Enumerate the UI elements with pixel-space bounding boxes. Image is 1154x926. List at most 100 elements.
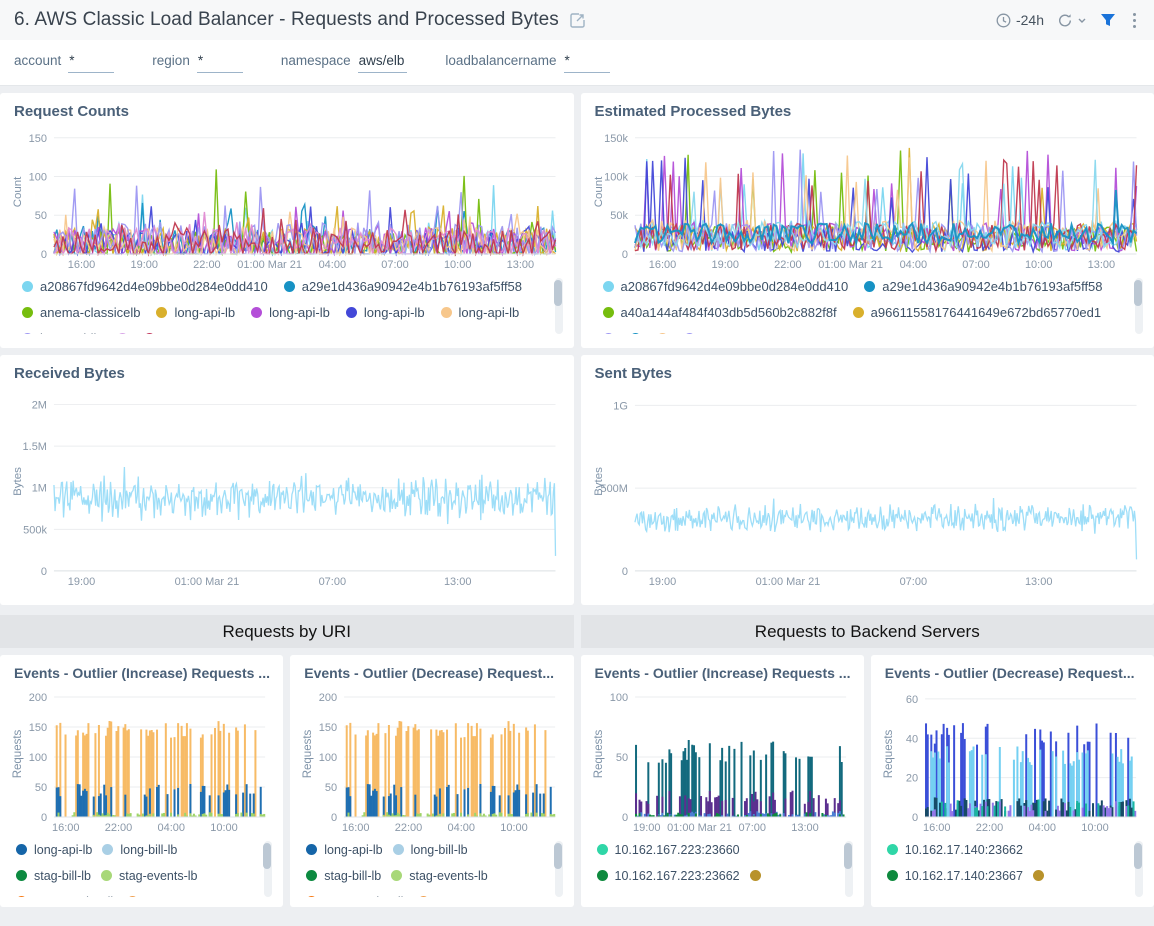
svg-text:Bytes: Bytes (12, 467, 24, 496)
svg-text:19:00: 19:00 (648, 576, 676, 588)
outlier-decrease-backend-chart[interactable]: 020406016:0022:0004:0010:00Requests (881, 683, 1144, 835)
filter-loadbalancername-input[interactable]: * (564, 53, 610, 73)
series-color-dot (306, 844, 317, 855)
filter-namespace: namespace aws/elb (281, 53, 408, 73)
legend-item[interactable] (657, 330, 668, 334)
series-color-dot (603, 281, 614, 292)
svg-text:0: 0 (621, 249, 627, 261)
legend-item[interactable]: a29e1d436a90942e4b1b76193af5ff58 (284, 278, 522, 295)
legend-scrollbar[interactable] (845, 841, 853, 897)
svg-text:Bytes: Bytes (592, 467, 604, 496)
legend-scrollbar[interactable] (1135, 841, 1143, 897)
filter-account-input[interactable]: * (68, 53, 114, 73)
legend-item[interactable]: long-api-lb (156, 304, 235, 321)
legend-item[interactable] (127, 893, 138, 897)
svg-text:16:00: 16:00 (68, 259, 96, 271)
svg-text:200: 200 (29, 692, 47, 704)
legend: 10.162.17.140:23662 10.162.17.140:23667 (881, 841, 1144, 897)
legend-item[interactable]: long-api-lb (441, 304, 520, 321)
legend-scrollbar[interactable] (1135, 278, 1143, 334)
legend-item[interactable]: stag-bill-lb (306, 867, 381, 884)
svg-text:16:00: 16:00 (342, 822, 370, 834)
svg-text:07:00: 07:00 (738, 822, 766, 834)
legend-item[interactable] (684, 330, 695, 334)
svg-text:Count: Count (592, 176, 604, 207)
kebab-menu-icon[interactable] (1129, 11, 1140, 30)
svg-text:01:00 Mar 21: 01:00 Mar 21 (237, 259, 302, 271)
legend-item[interactable] (418, 893, 429, 897)
legend-scrollbar[interactable] (555, 278, 563, 334)
clock-icon (996, 13, 1011, 28)
sent-bytes-chart[interactable]: 0500M1G19:0001:00 Mar 2107:0013:00Bytes (591, 384, 1145, 589)
series-color-dot (306, 870, 317, 881)
legend-label: a20867fd9642d4e09bbe0d284e0dd410 (40, 279, 268, 294)
legend-scrollbar[interactable] (264, 841, 272, 897)
request-counts-chart[interactable]: 05010015016:0019:0022:0001:00 Mar 2104:0… (10, 122, 564, 272)
legend: a20867fd9642d4e09bbe0d284e0dd410 a29e1d43… (10, 278, 564, 334)
series-color-dot (16, 870, 27, 881)
legend-item[interactable]: 10.162.17.140:23662 (887, 841, 1023, 858)
legend-item[interactable]: long-api-lb (16, 841, 92, 858)
legend-item[interactable]: anema-classicelb (22, 304, 140, 321)
legend-item[interactable]: stag-events-lb (391, 867, 488, 884)
legend-scrollbar-thumb[interactable] (263, 843, 271, 869)
legend-item[interactable] (117, 330, 128, 334)
panel-title: Sent Bytes (595, 365, 1145, 382)
filter-toggle-icon[interactable] (1100, 12, 1116, 28)
legend-label: stag-bill-lb (324, 869, 381, 883)
legend-item[interactable]: long-bill-lb (102, 841, 177, 858)
estimated-processed-bytes-chart[interactable]: 050k100k150k16:0019:0022:0001:00 Mar 210… (591, 122, 1145, 272)
legend-item[interactable]: long-api-lb (306, 841, 382, 858)
legend-scrollbar-thumb[interactable] (554, 843, 562, 869)
legend-item[interactable] (630, 330, 641, 334)
svg-text:10:00: 10:00 (1081, 822, 1109, 834)
legend-item[interactable]: a20867fd9642d4e09bbe0d284e0dd410 (22, 278, 268, 295)
panel-outlier-decrease-uri: Events - Outlier (Decrease) Request... 0… (290, 655, 573, 907)
svg-text:20: 20 (906, 773, 918, 785)
chevron-down-icon (1077, 13, 1087, 28)
outlier-increase-backend-chart[interactable]: 05010019:0001:00 Mar 2107:0013:00Request… (591, 683, 854, 835)
outlier-increase-uri-chart[interactable]: 05010015020016:0022:0004:0010:00Requests (10, 683, 273, 835)
svg-text:100: 100 (609, 692, 627, 704)
legend-item[interactable]: 10.162.167.223:23660 (597, 841, 740, 858)
svg-text:Requests: Requests (593, 729, 605, 778)
legend-item[interactable] (750, 867, 761, 884)
share-icon[interactable] (569, 12, 586, 29)
legend-item[interactable]: 10.162.167.223:23662 (597, 867, 740, 884)
legend-item[interactable]: stag-monitor-lb (16, 893, 117, 897)
filter-namespace-input[interactable]: aws/elb (358, 53, 408, 73)
legend-item[interactable] (144, 330, 155, 334)
refresh-control[interactable] (1057, 13, 1087, 28)
legend-item[interactable] (603, 330, 614, 334)
legend-scrollbar[interactable] (555, 841, 563, 897)
legend-scrollbar-thumb[interactable] (844, 843, 852, 869)
legend-item[interactable]: stag-events-lb (101, 867, 198, 884)
legend-item[interactable]: stag-monitor-lb (306, 893, 407, 897)
outlier-decrease-uri-chart[interactable]: 05010015020016:0022:0004:0010:00Requests (300, 683, 563, 835)
svg-text:04:00: 04:00 (157, 822, 185, 834)
legend-scrollbar-thumb[interactable] (1134, 843, 1142, 869)
legend-label: 10.162.17.140:23667 (905, 869, 1023, 883)
legend-item[interactable]: 10.162.17.140:23667 (887, 867, 1023, 884)
legend-item[interactable] (1033, 867, 1044, 884)
filter-bar: account * region * namespace aws/elb loa… (0, 40, 1154, 86)
legend-item[interactable]: stag-bill-lb (16, 867, 91, 884)
legend-scrollbar-thumb[interactable] (1134, 280, 1142, 306)
svg-text:01:00 Mar 21: 01:00 Mar 21 (175, 576, 240, 588)
legend-label: long-api-lb (40, 331, 101, 334)
legend-item[interactable]: a40a144af484f403db5d560b2c882f8f (603, 304, 837, 321)
legend-item[interactable]: a96611558176441649e672bd65770ed1 (853, 304, 1101, 321)
legend-item[interactable]: a20867fd9642d4e09bbe0d284e0dd410 (603, 278, 849, 295)
received-bytes-chart[interactable]: 0500k1M1.5M2M19:0001:00 Mar 2107:0013:00… (10, 384, 564, 589)
legend-item[interactable]: long-api-lb (22, 330, 101, 334)
svg-text:22:00: 22:00 (395, 822, 423, 834)
section-header-requests-by-uri: Requests by URI (0, 615, 574, 648)
legend-item[interactable]: long-bill-lb (393, 841, 468, 858)
legend-scrollbar-thumb[interactable] (554, 280, 562, 306)
legend-item[interactable]: a29e1d436a90942e4b1b76193af5ff58 (864, 278, 1102, 295)
filter-region-input[interactable]: * (197, 53, 243, 73)
legend-label: long-api-lb (459, 305, 520, 320)
legend-item[interactable]: long-api-lb (346, 304, 425, 321)
time-range-control[interactable]: -24h (996, 12, 1044, 28)
legend-item[interactable]: long-api-lb (251, 304, 330, 321)
